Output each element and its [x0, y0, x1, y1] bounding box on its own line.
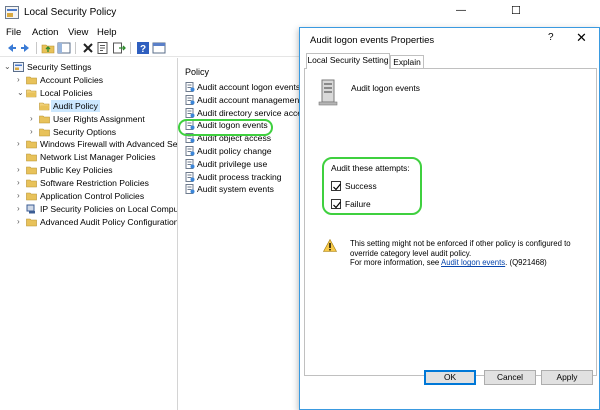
tree-item-label: Account Policies: [40, 74, 104, 85]
tree-item-label: Public Key Policies: [40, 165, 113, 176]
policy-icon: [185, 82, 195, 92]
help-icon[interactable]: ?: [136, 41, 150, 55]
policy-icon: [185, 94, 195, 105]
policy-name: Audit process tracking: [197, 171, 282, 182]
maximize-button[interactable]: ☐: [511, 4, 521, 17]
tab-local-security-setting[interactable]: Local Security Setting: [306, 53, 390, 69]
folder-icon: [26, 75, 37, 85]
tree-expander-icon[interactable]: ⌄: [4, 61, 12, 73]
window-title: Local Security Policy: [24, 7, 117, 18]
tree-expander-icon[interactable]: ›: [17, 216, 25, 228]
toolbar-separator: [36, 42, 37, 54]
folder-icon: [26, 165, 37, 175]
dialog-help-button[interactable]: ?: [548, 32, 554, 43]
folder-icon: [26, 191, 37, 201]
tree-item-label: Local Policies: [40, 87, 93, 98]
export-list-icon[interactable]: [112, 41, 126, 55]
dialog-close-button[interactable]: ✕: [576, 30, 587, 46]
title-bar[interactable]: Local Security Policy — ☐: [0, 0, 600, 26]
policy-name: Audit policy change: [197, 146, 272, 156]
folder-open-icon: [26, 88, 37, 98]
policy-icon: [185, 158, 195, 169]
tab-explain[interactable]: Explain: [390, 55, 424, 69]
tree-expander-icon[interactable]: ⌄: [17, 87, 25, 99]
warning-line2-prefix: For more information, see: [350, 258, 442, 268]
tree-item-label: IP Security Policies on Local Compute: [40, 203, 178, 214]
tree-expander-icon[interactable]: ›: [17, 138, 25, 150]
warning-line1: This setting might not be enforced if ot…: [350, 239, 571, 258]
policy-name-label: Audit logon events: [351, 83, 420, 93]
folder-icon: [26, 139, 37, 149]
minimize-button[interactable]: —: [456, 5, 466, 16]
highlight-annotation: [178, 119, 273, 136]
policy-icon: [185, 184, 195, 195]
tree-item-label: Advanced Audit Policy Configuration: [40, 216, 178, 227]
policy-name: Audit account management: [197, 94, 301, 105]
highlight-annotation: [322, 157, 422, 215]
local-security-setting-panel: Audit logon events Audit these attempts:…: [304, 68, 597, 376]
tree-item-label: Security Options: [53, 126, 117, 137]
apply-button[interactable]: Apply: [541, 370, 593, 385]
folder-icon: [26, 178, 37, 188]
cancel-button[interactable]: Cancel: [484, 370, 536, 385]
tree-item-label: Network List Manager Policies: [40, 152, 156, 163]
tree-item-label: Software Restriction Policies: [40, 178, 149, 189]
tree-expander-icon[interactable]: ›: [17, 74, 25, 86]
show-hide-tree-icon[interactable]: [57, 41, 71, 55]
toolbar-separator: [130, 42, 131, 54]
tree-item-label: Security Settings: [27, 62, 92, 72]
audit-logon-events-link[interactable]: Audit logon events: [441, 258, 505, 267]
server-icon: [318, 79, 338, 106]
tree-expander-icon[interactable]: ›: [30, 126, 38, 138]
dialog-title: Audit logon events Properties: [310, 35, 435, 46]
policy-column-header[interactable]: Policy: [185, 67, 209, 77]
svg-text:?: ?: [140, 44, 146, 55]
back-arrow-icon[interactable]: [4, 41, 18, 55]
policy-icon: [185, 107, 195, 118]
tree-item-label: Application Control Policies: [40, 191, 145, 201]
policy-name: Audit system events: [197, 184, 274, 195]
policy-name: Audit directory service access: [197, 107, 301, 118]
tree-expander-icon[interactable]: ›: [17, 203, 25, 215]
menu-view[interactable]: View: [68, 27, 88, 38]
tree-expander-icon[interactable]: ›: [17, 177, 25, 189]
delete-icon[interactable]: [81, 41, 95, 55]
folder-up-icon[interactable]: [41, 41, 55, 55]
properties-icon[interactable]: [96, 41, 110, 55]
warning-icon: [323, 239, 337, 252]
tree-expander-icon[interactable]: ›: [17, 164, 25, 176]
policy-icon: [185, 171, 195, 182]
warning-line2-suffix: . (Q921468): [505, 258, 547, 268]
menu-help[interactable]: Help: [97, 27, 117, 38]
tree-item-label: Windows Firewall with Advanced Sec: [40, 139, 178, 150]
tree-pane: ⌄ Security Settings › Account Policies ⌄ Loca…: [0, 58, 178, 410]
tree-item-label: User Rights Assignment: [53, 113, 145, 124]
folder-icon: [26, 152, 37, 162]
folder-icon: [39, 127, 50, 137]
policy-name: Audit privilege use: [197, 158, 268, 169]
menu-action[interactable]: Action: [32, 27, 58, 38]
folder-icon: [39, 114, 50, 124]
tree-item-label: Audit Policy: [51, 99, 100, 112]
folder-open-icon: [39, 101, 50, 111]
local-security-policy-icon: [5, 6, 19, 19]
warning-text: This setting might not be enforced if ot…: [350, 239, 585, 268]
audit-logon-properties-dialog: Audit logon events Properties ? ✕ Local …: [299, 27, 600, 410]
policy-icon: [185, 146, 195, 156]
forward-arrow-icon[interactable]: [19, 41, 33, 55]
tree-expander-icon[interactable]: ›: [17, 190, 25, 202]
security-settings-icon: [13, 62, 24, 72]
policy-name: Audit account logon events: [197, 82, 301, 92]
folder-icon: [26, 217, 37, 227]
policy-list-pane: Policy Audit account logon events Audit a…: [179, 58, 301, 410]
toolbar-separator: [75, 42, 76, 54]
ipsec-icon: [26, 204, 37, 214]
tree-expander-icon[interactable]: ›: [30, 113, 38, 125]
menu-file[interactable]: File: [6, 27, 21, 38]
mmc-console-icon[interactable]: [152, 41, 166, 55]
ok-button[interactable]: OK: [424, 370, 476, 385]
